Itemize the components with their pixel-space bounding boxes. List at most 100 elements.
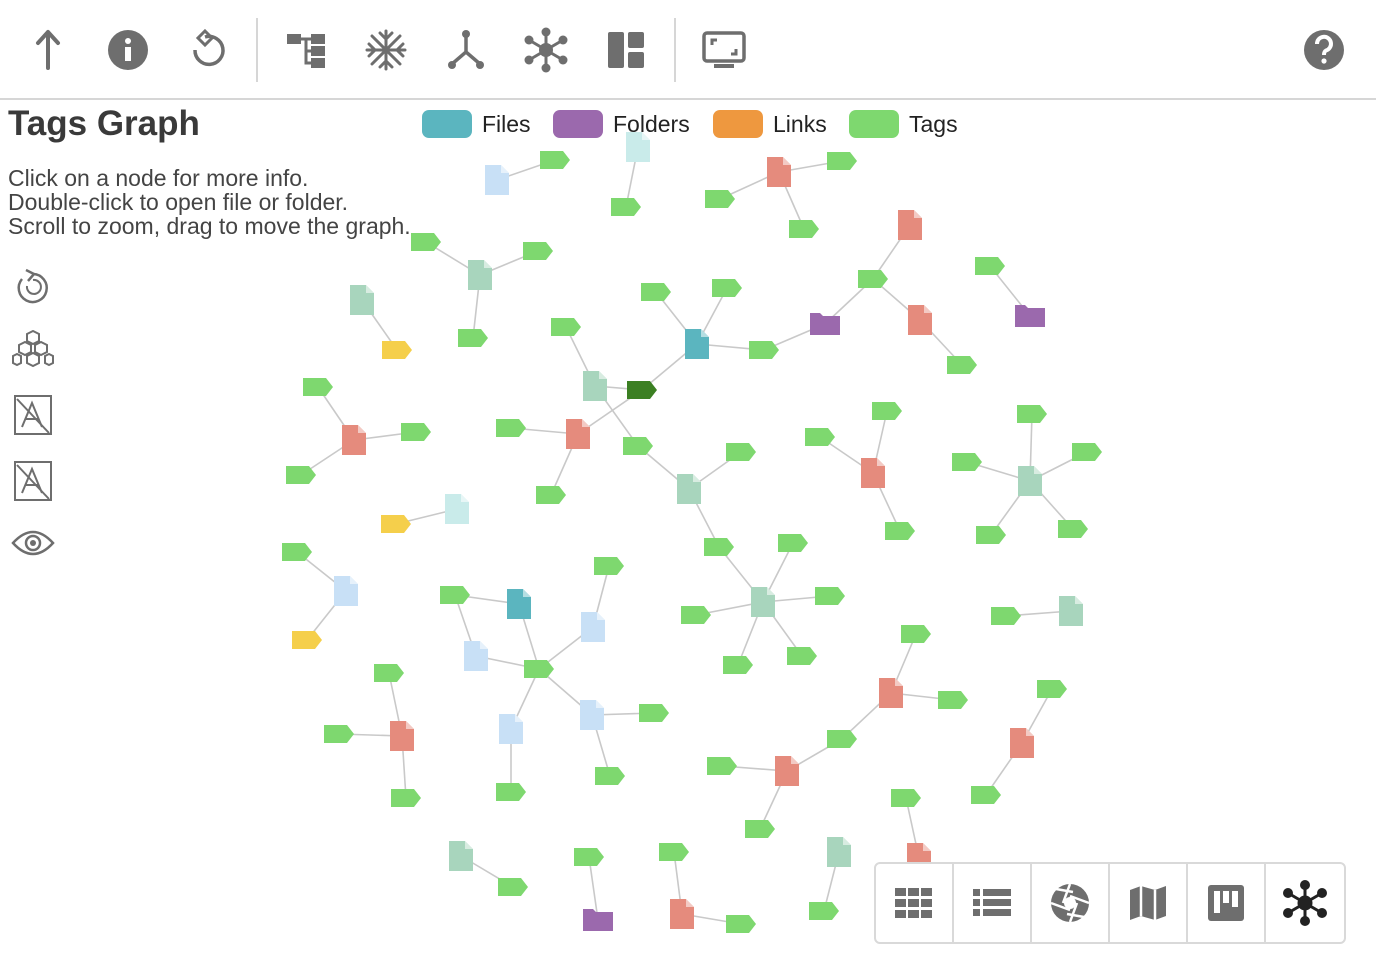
file-node[interactable] [1010,728,1034,758]
tag-node[interactable] [623,437,653,455]
help-button[interactable] [1296,22,1352,78]
info-button[interactable] [100,22,156,78]
graph-view-button[interactable] [1266,864,1344,942]
tag-node[interactable] [975,257,1005,275]
folder-node[interactable] [810,313,840,335]
file-node[interactable] [445,494,469,524]
file-node[interactable] [449,841,473,871]
branch-layout-button[interactable] [438,22,494,78]
tag-node[interactable] [401,423,431,441]
folder-node[interactable] [583,909,613,931]
go-up-button[interactable] [20,22,76,78]
list-view-button[interactable] [954,864,1032,942]
tag-node[interactable] [681,606,711,624]
file-node[interactable] [499,714,523,744]
file-node[interactable] [879,678,903,708]
hide-tag-labels-button[interactable] [10,458,56,504]
tree-view-button[interactable] [278,22,334,78]
hide-labels-button[interactable] [10,392,56,438]
tag-node[interactable] [324,725,354,743]
file-node[interactable] [1018,466,1042,496]
file-node[interactable] [751,587,775,617]
freeze-button[interactable] [358,22,414,78]
tag-node-selected[interactable] [627,381,657,399]
tag-node[interactable] [707,757,737,775]
tag-node[interactable] [704,538,734,556]
reset-rotation-button[interactable] [180,22,236,78]
tag-node[interactable] [1058,520,1088,538]
tag-node[interactable] [726,915,756,933]
file-node[interactable] [670,899,694,929]
tag-node[interactable] [745,820,775,838]
file-node[interactable] [390,721,414,751]
file-node[interactable] [861,458,885,488]
tag-node[interactable] [827,152,857,170]
tag-node[interactable] [641,283,671,301]
file-node[interactable] [677,474,701,504]
tag-node[interactable] [1017,405,1047,423]
gallery-view-button[interactable] [1032,864,1110,942]
grid-view-button[interactable] [876,864,954,942]
tag-node[interactable] [952,453,982,471]
tag-node[interactable] [938,691,968,709]
file-node[interactable] [767,157,791,187]
file-node[interactable] [583,371,607,401]
file-node[interactable] [507,589,531,619]
show-hidden-button[interactable] [10,520,56,566]
tag-node[interactable] [815,587,845,605]
file-node[interactable] [468,260,492,290]
tag-node[interactable] [723,656,753,674]
file-node[interactable] [581,612,605,642]
tag-node[interactable] [659,843,689,861]
tag-node[interactable] [778,534,808,552]
tag-node[interactable] [551,318,581,336]
cluster-button[interactable] [10,328,56,374]
file-node[interactable] [908,305,932,335]
tag-node[interactable] [789,220,819,238]
tag-node[interactable] [885,522,915,540]
tag-node[interactable] [440,586,470,604]
tag-node[interactable] [523,242,553,260]
tag-node[interactable] [374,664,404,682]
tag-node[interactable] [303,378,333,396]
tag-node[interactable] [872,402,902,420]
tag-node[interactable] [282,543,312,561]
file-node[interactable] [350,285,374,315]
tag-node[interactable] [749,341,779,359]
layout-button[interactable] [598,22,654,78]
tag-node[interactable] [712,279,742,297]
tag-node[interactable] [971,786,1001,804]
tag-node[interactable] [458,329,488,347]
tag-node[interactable] [292,631,322,649]
tag-node[interactable] [595,767,625,785]
tag-node[interactable] [1072,443,1102,461]
tag-node[interactable] [947,356,977,374]
file-node[interactable] [334,576,358,606]
file-node[interactable] [827,837,851,867]
file-node[interactable] [685,329,709,359]
file-node[interactable] [566,419,590,449]
tag-node[interactable] [594,557,624,575]
file-node[interactable] [580,700,604,730]
tag-node[interactable] [574,848,604,866]
tag-node[interactable] [787,647,817,665]
tag-node[interactable] [496,419,526,437]
tag-node[interactable] [536,486,566,504]
tag-node[interactable] [381,515,411,533]
tag-node[interactable] [382,341,412,359]
file-node[interactable] [485,165,509,195]
tag-node[interactable] [726,443,756,461]
tag-node[interactable] [611,198,641,216]
file-node[interactable] [1059,596,1083,626]
tag-node[interactable] [809,902,839,920]
tag-node[interactable] [524,660,554,678]
tag-node[interactable] [976,526,1006,544]
file-node[interactable] [342,425,366,455]
file-node[interactable] [898,210,922,240]
presentation-button[interactable] [696,22,752,78]
tag-node[interactable] [827,730,857,748]
tag-node[interactable] [705,190,735,208]
refresh-layout-button[interactable] [10,264,56,310]
tag-node[interactable] [540,151,570,169]
kanban-view-button[interactable] [1188,864,1266,942]
